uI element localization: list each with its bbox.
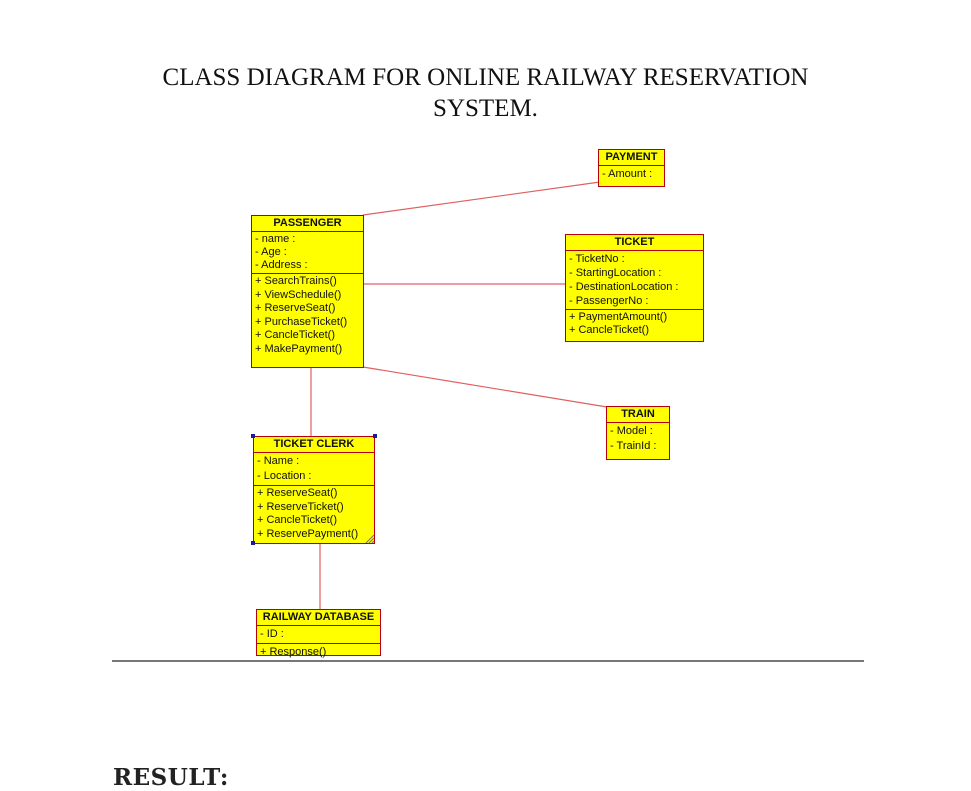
passenger-payment-association [362,181,601,216]
association-lines [310,181,608,609]
result-heading: RESULT: [113,764,229,791]
operation: + ReservePayment() [257,527,359,540]
attribute: - Amount : [602,168,653,180]
operation: + CancleTicket() [569,324,649,336]
class-name: TRAIN [607,407,669,423]
passenger-train-association [362,366,608,408]
operation: + ViewSchedule() [255,288,342,301]
attribute: - Address : [255,259,308,271]
class-name: TICKET CLERK [254,437,374,453]
operation: + MakePayment() [255,342,343,355]
operation: + ReserveSeat() [257,487,338,499]
attribute: - Age : [255,246,287,258]
attributes-section: - name : - Age : - Address : [252,232,363,274]
class-passenger[interactable]: PASSENGER - name : - Age : - Address : +… [251,215,364,368]
operation: + Response() [260,646,327,658]
attributes-section: - TicketNo : - StartingLocation : - Dest… [566,251,703,310]
operation: + SearchTrains() [255,275,337,287]
operations-section: + SearchTrains() + ViewSchedule() + Rese… [252,274,363,357]
operation: + ReserveTicket() [257,500,344,513]
selection-handle-icon[interactable] [373,434,377,438]
operation: + PaymentAmount() [569,311,668,323]
operation: + PurchaseTicket() [255,315,348,328]
operations-section: + PaymentAmount() + CancleTicket() [566,310,703,338]
class-payment[interactable]: PAYMENT - Amount : [598,149,665,187]
attribute: - StartingLocation : [569,267,662,279]
attribute: - Name : [257,455,300,467]
operations-section: + Response() [257,644,380,661]
class-name: PAYMENT [599,150,664,166]
attribute: - ID : [260,628,284,640]
class-name: TICKET [566,235,703,251]
operation: + CancleTicket() [257,514,337,526]
attribute: - DestinationLocation : [569,281,679,293]
attribute: - TicketNo : [569,253,625,265]
attribute: - PassengerNo : [569,295,649,307]
class-railway-database[interactable]: RAILWAY DATABASE - ID : + Response() [256,609,381,658]
attribute: - Model : [610,425,653,437]
attributes-section: - Model : - TrainId : [607,423,669,455]
selection-handle-icon[interactable] [251,541,255,545]
class-name: PASSENGER [252,216,363,232]
attribute: - Location : [257,470,312,482]
operations-section: + ReserveSeat() + ReserveTicket() + Canc… [254,486,374,542]
class-ticket[interactable]: TICKET - TicketNo : - StartingLocation :… [565,234,704,342]
attribute: - name : [255,233,296,245]
attributes-section: - ID : [257,626,380,644]
horizontal-rule [112,660,864,662]
class-name: RAILWAY DATABASE [257,610,380,626]
selection-handle-icon[interactable] [251,434,255,438]
class-train[interactable]: TRAIN - Model : - TrainId : [606,406,670,460]
attributes-section: - Name : - Location : [254,453,374,486]
attributes-section: - Amount : [599,166,664,183]
resize-grip-icon[interactable] [364,533,374,543]
attribute: - TrainId : [610,440,657,452]
class-ticket-clerk[interactable]: TICKET CLERK - Name : - Location : + Res… [253,436,375,544]
operation: + ReserveSeat() [255,302,336,314]
operation: + CancleTicket() [255,329,335,341]
